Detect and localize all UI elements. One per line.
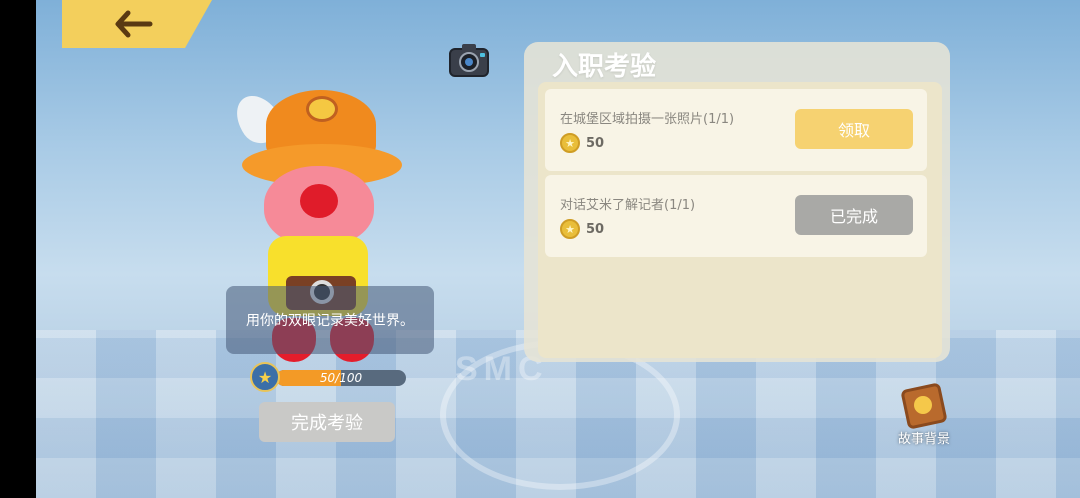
- task-reward: ★ 50: [560, 133, 604, 153]
- claim-label: 领取: [837, 121, 870, 140]
- task-reward: ★ 50: [560, 219, 604, 239]
- task-title: 在城堡区域拍摄一张照片(1/1): [560, 112, 735, 127]
- character-caption: 用你的双眼记录美好世界。: [226, 286, 434, 354]
- screen-edge: [0, 0, 36, 498]
- task-card: 对话艾米了解记者(1/1) ★ 50 已完成: [545, 175, 927, 257]
- panel-title: 入职考验: [552, 52, 657, 82]
- complete-trial-label: 完成考验: [291, 413, 363, 434]
- task-card: 在城堡区域拍摄一张照片(1/1) ★ 50 领取: [545, 89, 927, 171]
- completed-button[interactable]: 已完成: [795, 195, 913, 235]
- reward-value: 50: [586, 221, 605, 237]
- claim-button[interactable]: 领取: [795, 109, 913, 149]
- xp-text: 50/100: [319, 371, 363, 385]
- xp-bar: 50/100: [276, 370, 406, 386]
- back-button[interactable]: [62, 0, 212, 48]
- story-background-button[interactable]: 故事背景: [892, 382, 956, 450]
- task-title: 对话艾米了解记者(1/1): [560, 198, 696, 213]
- story-label: 故事背景: [897, 432, 950, 447]
- back-arrow-icon: [115, 10, 153, 38]
- caption-text: 用你的双眼记录美好世界。: [246, 313, 414, 329]
- reward-value: 50: [586, 135, 605, 151]
- reward-star-icon: ★: [560, 219, 580, 239]
- xp-star-icon: ★: [250, 362, 280, 392]
- complete-trial-button[interactable]: 完成考验: [259, 402, 395, 442]
- hat-badge-icon: [306, 96, 338, 122]
- completed-label: 已完成: [829, 207, 878, 226]
- camera-icon[interactable]: [448, 42, 490, 78]
- character-nose: [300, 184, 338, 218]
- xp-progress: 50/100 ★: [250, 362, 410, 392]
- story-badge: [914, 396, 932, 414]
- reward-star-icon: ★: [560, 133, 580, 153]
